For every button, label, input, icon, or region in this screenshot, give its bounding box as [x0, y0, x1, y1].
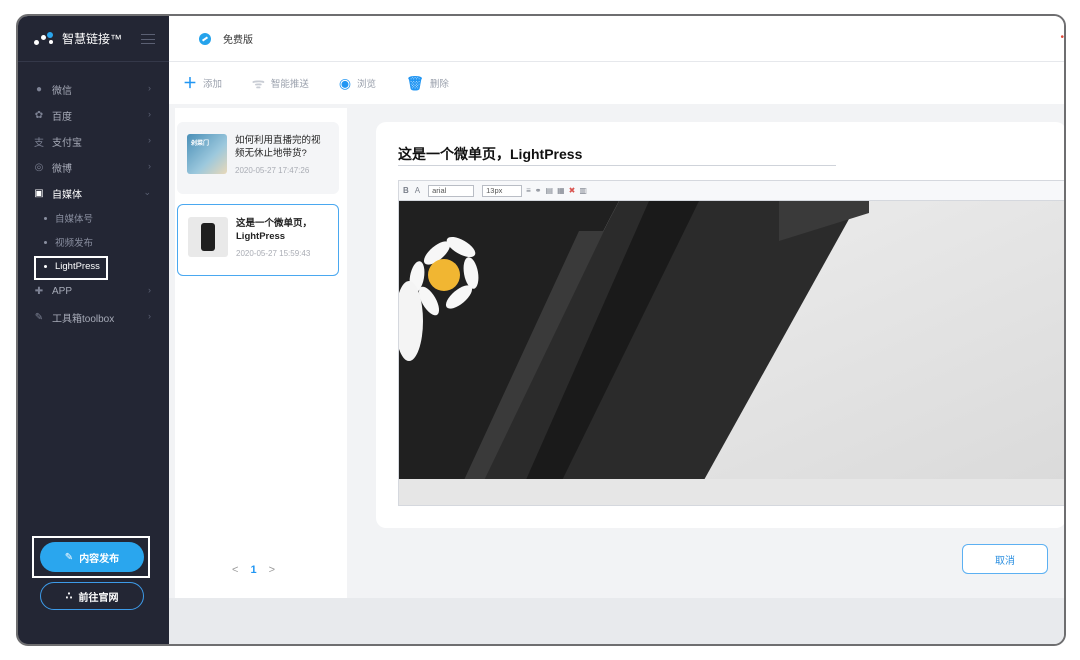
chevron-right-icon: › [148, 83, 151, 93]
next-page-button[interactable]: > [269, 564, 275, 576]
brand-logo-icon: ∴ [65, 590, 73, 602]
baidu-paw-icon: ✿ [34, 109, 44, 121]
notification-dot-icon: • [1060, 32, 1064, 43]
chevron-right-icon: › [148, 161, 151, 171]
trash-icon: 🗑 [406, 74, 424, 91]
thumbnail-text: 剁菜门 [191, 141, 210, 147]
bullet-icon [44, 216, 47, 220]
brand-name: 智慧链接™ [62, 32, 123, 46]
media-embed-icon[interactable]: ▥ [579, 186, 587, 195]
lightpress-highlight-box [34, 256, 108, 280]
sidebar-item-wechat[interactable]: ● 微信 › [18, 76, 169, 102]
top-bar: 免费版 • [169, 16, 1064, 62]
delete-button[interactable]: 🗑 删除 [406, 75, 449, 92]
article-thumbnail: 剁菜门 [187, 134, 227, 174]
sidebar-item-baidu[interactable]: ✿ 百度 › [18, 102, 169, 128]
visit-site-label: 前往官网 [78, 592, 119, 604]
delete-label: 删除 [429, 79, 449, 90]
article-list-pane: 剁菜门 如何利用直播完的视频无休止地带货? 2020-05-27 17:47:2… [175, 108, 347, 600]
font-color-button[interactable]: A [415, 186, 420, 195]
sidebar-subitem-video-publish[interactable]: 视频发布 [18, 230, 169, 254]
link-icon[interactable]: ⚭ [535, 186, 542, 195]
editor-content-image[interactable] [398, 200, 1064, 506]
sidebar-item-media[interactable]: ▣ 自媒体 ⌄ [18, 180, 169, 206]
article-card[interactable]: 剁菜门 如何利用直播完的视频无休止地带货? 2020-05-27 17:47:2… [177, 122, 339, 194]
font-family-select[interactable]: arial [428, 184, 475, 197]
chevron-down-icon: ⌄ [143, 187, 151, 197]
sidebar-item-label: APP [52, 285, 73, 297]
chevron-right-icon: › [148, 135, 151, 145]
article-date: 2020-05-27 15:59:43 [236, 249, 311, 258]
bullet-icon [44, 240, 47, 244]
cancel-button[interactable]: 取消 [962, 544, 1048, 574]
visit-site-button[interactable]: ∴ 前往官网 [40, 582, 144, 610]
brand-logo-icon [34, 31, 56, 46]
footer-bar [169, 598, 1064, 644]
app-window: 智慧链接™ ● 微信 › ✿ 百度 › 支 支付宝 › ◎ 微博 › ▣ 自媒体… [16, 14, 1066, 646]
sidebar-item-alipay[interactable]: 支 支付宝 › [18, 128, 169, 154]
clear-format-icon[interactable]: ✖ [569, 186, 576, 195]
weibo-icon: ◎ [34, 161, 44, 173]
chevron-right-icon: › [148, 311, 151, 321]
rss-icon: ᯤ [252, 74, 265, 91]
eye-icon: ◉ [338, 74, 352, 91]
edition-label: 免费版 [223, 35, 253, 46]
smart-push-button[interactable]: ᯤ 智能推送 [252, 74, 309, 93]
content-publish-button[interactable]: ✎ 内容发布 [40, 542, 144, 572]
sidebar-subitem-label: 视频发布 [55, 238, 94, 249]
sidebar-subitem-media-account[interactable]: 自媒体号 [18, 206, 169, 230]
preview-button[interactable]: ◉ 浏览 [339, 75, 376, 92]
sidebar-item-weibo[interactable]: ◎ 微博 › [18, 154, 169, 180]
pagination: < 1 > [232, 564, 275, 576]
edit-icon: ✎ [64, 551, 74, 563]
edition-icon [199, 32, 211, 45]
wrench-icon: ✎ [34, 311, 44, 323]
sidebar-item-toolbox[interactable]: ✎ 工具箱toolbox › [18, 304, 169, 330]
brand-header: 智慧链接™ [18, 16, 169, 62]
sidebar-item-label: 百度 [52, 111, 72, 123]
article-date: 2020-05-27 17:47:26 [235, 166, 310, 175]
editor-card: 这是一个微单页，LightPress B A arial 13px ≡ ⚭ ▤ … [376, 122, 1064, 528]
chevron-right-icon: › [148, 109, 151, 119]
article-title: 如何利用直播完的视频无休止地带货? [235, 135, 321, 159]
menu-collapse-icon[interactable] [141, 34, 155, 44]
article-thumbnail [188, 217, 228, 257]
content-publish-label: 内容发布 [79, 553, 120, 565]
table-icon[interactable]: ▦ [557, 186, 565, 195]
sidebar-item-app[interactable]: ✚ APP › [18, 278, 169, 304]
add-button[interactable]: ＋ 添加 [183, 73, 222, 93]
alipay-icon: 支 [34, 137, 44, 149]
wechat-icon: ● [35, 83, 43, 95]
media-icon: ▣ [34, 187, 44, 199]
sidebar-item-label: 自媒体 [52, 189, 82, 201]
align-icon[interactable]: ≡ [526, 186, 531, 195]
bold-button[interactable]: B [403, 186, 409, 195]
page-number[interactable]: 1 [250, 564, 256, 576]
plus-icon: ＋ [183, 75, 197, 91]
chevron-right-icon: › [148, 285, 151, 295]
prev-page-button[interactable]: < [232, 564, 238, 576]
sidebar-item-label: 工具箱toolbox [52, 313, 115, 325]
smart-push-label: 智能推送 [270, 79, 309, 90]
add-label: 添加 [203, 79, 223, 90]
rich-text-toolbar: B A arial 13px ≡ ⚭ ▤ ▦ ✖ ▥ [398, 180, 1064, 200]
sidebar-subitem-label: 自媒体号 [55, 214, 94, 225]
sidebar-item-label: 微博 [52, 163, 72, 175]
sidebar-nav: ● 微信 › ✿ 百度 › 支 支付宝 › ◎ 微博 › ▣ 自媒体 ⌄ 自媒体… [18, 76, 169, 330]
phone-case-photo [399, 201, 1064, 505]
sidebar-item-label: 支付宝 [52, 137, 82, 149]
preview-label: 浏览 [357, 79, 377, 90]
article-card-selected[interactable]: 这是一个微单页，LightPress 2020-05-27 15:59:43 [177, 204, 339, 276]
sidebar-item-label: 微信 [52, 85, 72, 97]
android-icon: ✚ [34, 285, 44, 297]
image-icon[interactable]: ▤ [546, 186, 554, 195]
article-title: 这是一个微单页，LightPress [236, 218, 313, 242]
font-size-select[interactable]: 13px [482, 184, 523, 197]
action-toolbar: ＋ 添加 ᯤ 智能推送 ◉ 浏览 🗑 删除 [169, 62, 1064, 104]
sidebar: 智慧链接™ ● 微信 › ✿ 百度 › 支 支付宝 › ◎ 微博 › ▣ 自媒体… [18, 16, 169, 644]
article-title-input[interactable]: 这是一个微单页，LightPress [398, 144, 836, 166]
